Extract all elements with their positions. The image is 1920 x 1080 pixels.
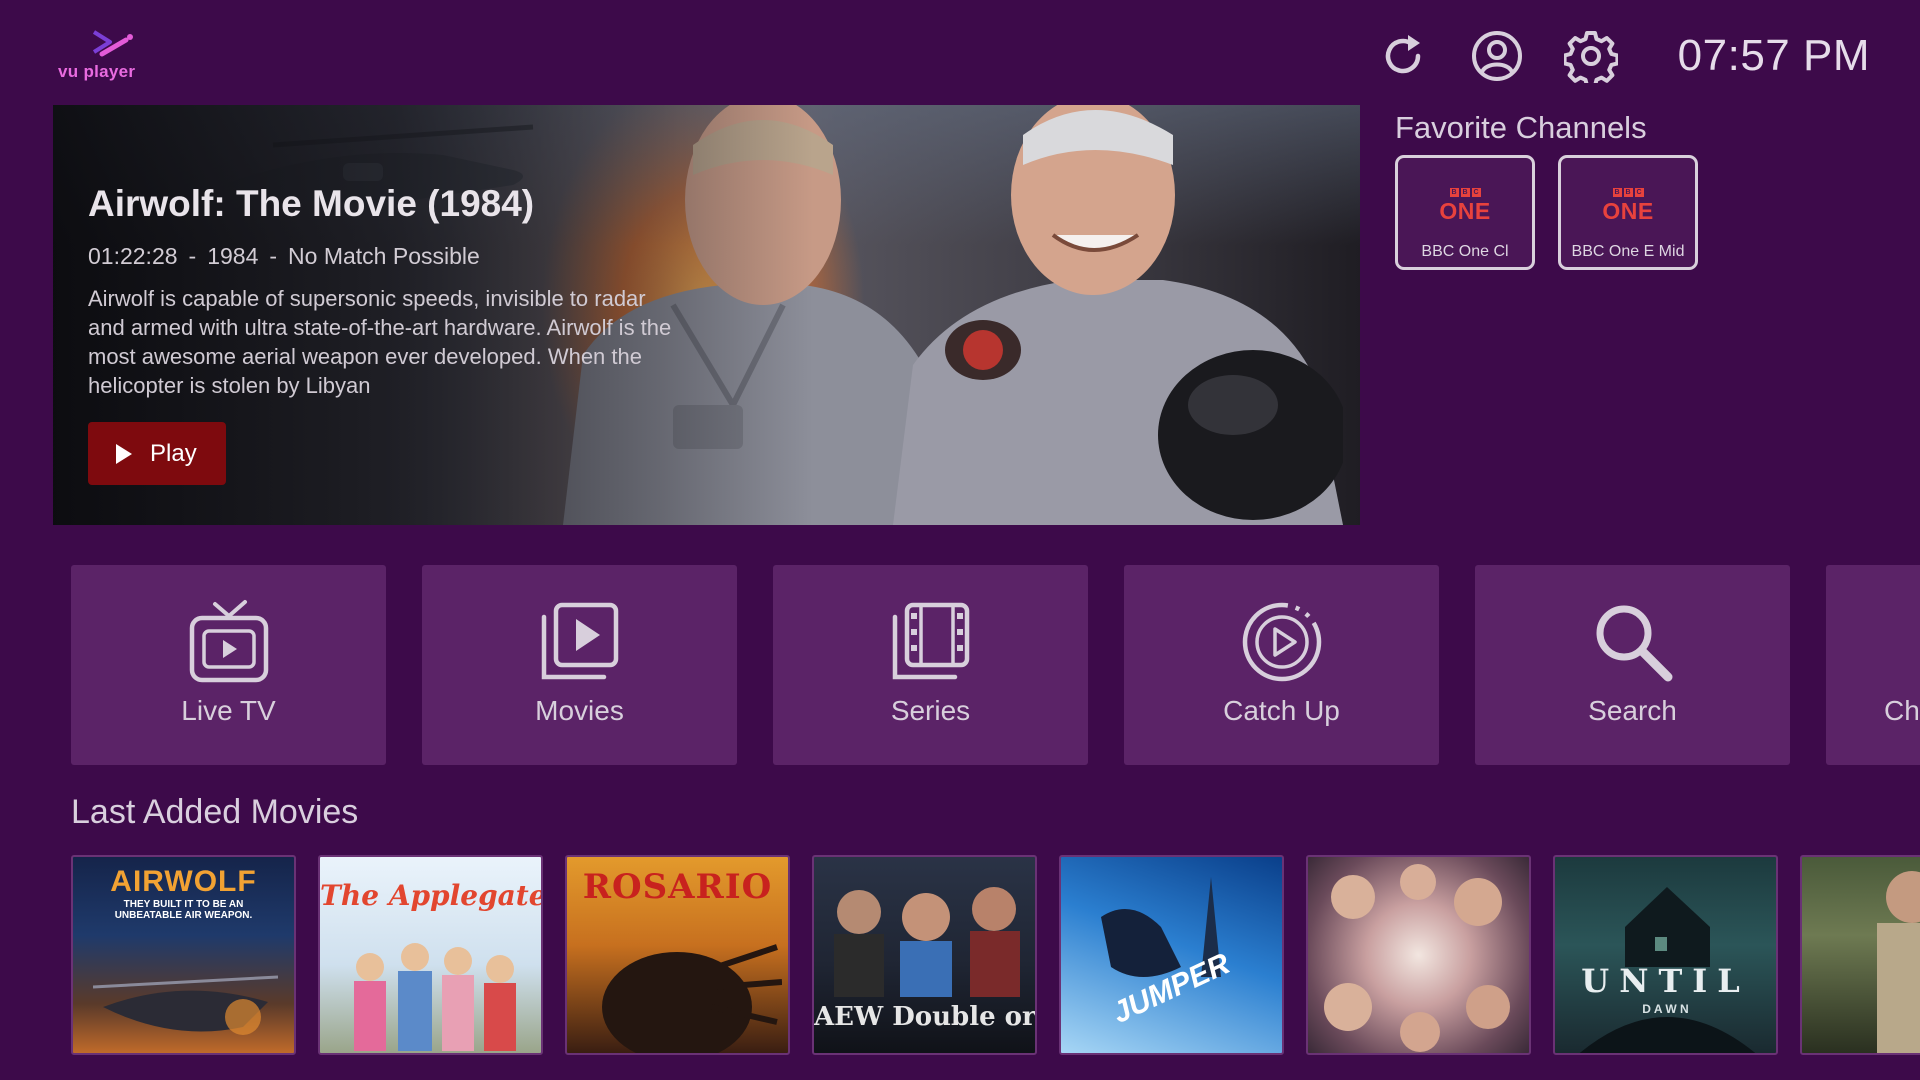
- play-icon: [116, 443, 132, 464]
- channel-logo: ONE: [1439, 198, 1491, 224]
- hero-year: 1984: [207, 243, 259, 269]
- header-toolbar: 07:57 PM: [1376, 26, 1870, 86]
- movie-poster[interactable]: [1306, 855, 1531, 1055]
- channel-logo: ONE: [1602, 198, 1654, 224]
- poster-subtitle: D A W N: [1642, 1002, 1689, 1016]
- poster-art: [1579, 887, 1756, 1053]
- hero-description: Airwolf is capable of supersonic speeds,…: [88, 286, 672, 398]
- favorite-channels-title: Favorite Channels: [1395, 110, 1647, 145]
- refresh-icon[interactable]: [1376, 29, 1430, 83]
- movie-poster[interactable]: JUMPER: [1059, 855, 1284, 1055]
- tile-label: Catch Up: [1223, 695, 1340, 726]
- poster-title: UNTIL: [1581, 962, 1750, 1000]
- poster-art: [1877, 871, 1920, 1053]
- hero-actor-right-image: [893, 105, 1343, 525]
- settings-icon[interactable]: [1563, 29, 1618, 83]
- profile-icon[interactable]: [1470, 29, 1524, 83]
- tile-label: Live TV: [181, 695, 276, 726]
- hero-meta: 01:22:28 - 1984 - No Match Possible: [88, 243, 708, 270]
- poster-art: [93, 975, 278, 1035]
- movie-poster[interactable]: AIRWOLF THEY BUILT IT TO BE AN UNBEATABL…: [71, 855, 296, 1055]
- poster-title: AIRWOLF: [110, 865, 257, 898]
- movie-poster[interactable]: AEW Double or Nothing: [812, 855, 1037, 1055]
- movies-icon: [535, 597, 625, 687]
- tile-catch-up[interactable]: Catch Up: [1124, 565, 1439, 765]
- series-icon: [886, 597, 976, 687]
- favorite-channel-card[interactable]: BBC ONE BBC One Cl: [1395, 155, 1535, 270]
- movie-poster[interactable]: [1800, 855, 1920, 1055]
- movie-poster[interactable]: The Applegates: [318, 855, 543, 1055]
- meta-separator: -: [188, 243, 197, 269]
- tile-label: Series: [890, 695, 971, 726]
- tile-channels-partial[interactable]: Ch: [1826, 565, 1920, 765]
- clock: 07:57 PM: [1677, 31, 1870, 80]
- hero-rating: No Match Possible: [288, 243, 480, 269]
- last-added-movies-row: AIRWOLF THEY BUILT IT TO BE AN UNBEATABL…: [71, 855, 1920, 1055]
- poster-title: ROSARIO: [582, 867, 773, 907]
- favorite-channel-card[interactable]: BBC ONE BBC One E Mid: [1558, 155, 1698, 270]
- poster-title: The Applegates: [320, 879, 543, 912]
- tile-label: Ch: [1884, 695, 1920, 726]
- poster-art: [602, 944, 782, 1053]
- poster-subtitle: THEY BUILT IT TO BE AN UNBEATABLE AIR WE…: [114, 899, 253, 921]
- movie-poster[interactable]: UNTIL D A W N: [1553, 855, 1778, 1055]
- featured-banner[interactable]: Airwolf: The Movie (1984) 01:22:28 - 198…: [53, 105, 1360, 525]
- tile-series[interactable]: Series: [773, 565, 1088, 765]
- hero-info: Airwolf: The Movie (1984) 01:22:28 - 198…: [88, 183, 708, 485]
- poster-art: [354, 943, 516, 1051]
- last-added-movies-title: Last Added Movies: [71, 793, 359, 831]
- vu-player-logo: vu player: [58, 28, 168, 88]
- app-root: vu player 07:57 PM Airwolf: The Movie (1…: [0, 0, 1920, 1080]
- logo-text: vu player: [58, 62, 136, 81]
- play-button[interactable]: Play: [88, 422, 226, 485]
- bbc-logo: BBC: [1449, 188, 1481, 197]
- nav-tiles: Live TV Movies Series Catch Up Search Ch: [71, 565, 1920, 765]
- bbc-logo: BBC: [1612, 188, 1644, 197]
- movie-poster[interactable]: ROSARIO: [565, 855, 790, 1055]
- tile-live-tv[interactable]: Live TV: [71, 565, 386, 765]
- search-icon: [1588, 597, 1678, 687]
- poster-title: AEW Double or Nothing: [814, 1002, 1036, 1032]
- hero-title: Airwolf: The Movie (1984): [88, 183, 535, 224]
- tile-label: Search: [1588, 695, 1677, 726]
- tile-label: Movies: [535, 695, 624, 726]
- logo-mark-icon: [92, 30, 133, 57]
- meta-separator: -: [269, 243, 278, 269]
- catch-up-icon: [1237, 597, 1327, 687]
- tile-movies[interactable]: Movies: [422, 565, 737, 765]
- channel-name: BBC One E Mid: [1571, 243, 1685, 260]
- favorite-channels-list: BBC ONE BBC One Cl BBC ONE BBC One E Mid: [1395, 155, 1721, 270]
- poster-art: [834, 887, 1020, 997]
- poster-art: [1324, 864, 1510, 1052]
- hero-duration: 01:22:28: [88, 243, 178, 269]
- channel-name: BBC One Cl: [1421, 243, 1509, 260]
- play-button-label: Play: [150, 439, 197, 467]
- tile-search[interactable]: Search: [1475, 565, 1790, 765]
- tv-icon: [184, 597, 274, 687]
